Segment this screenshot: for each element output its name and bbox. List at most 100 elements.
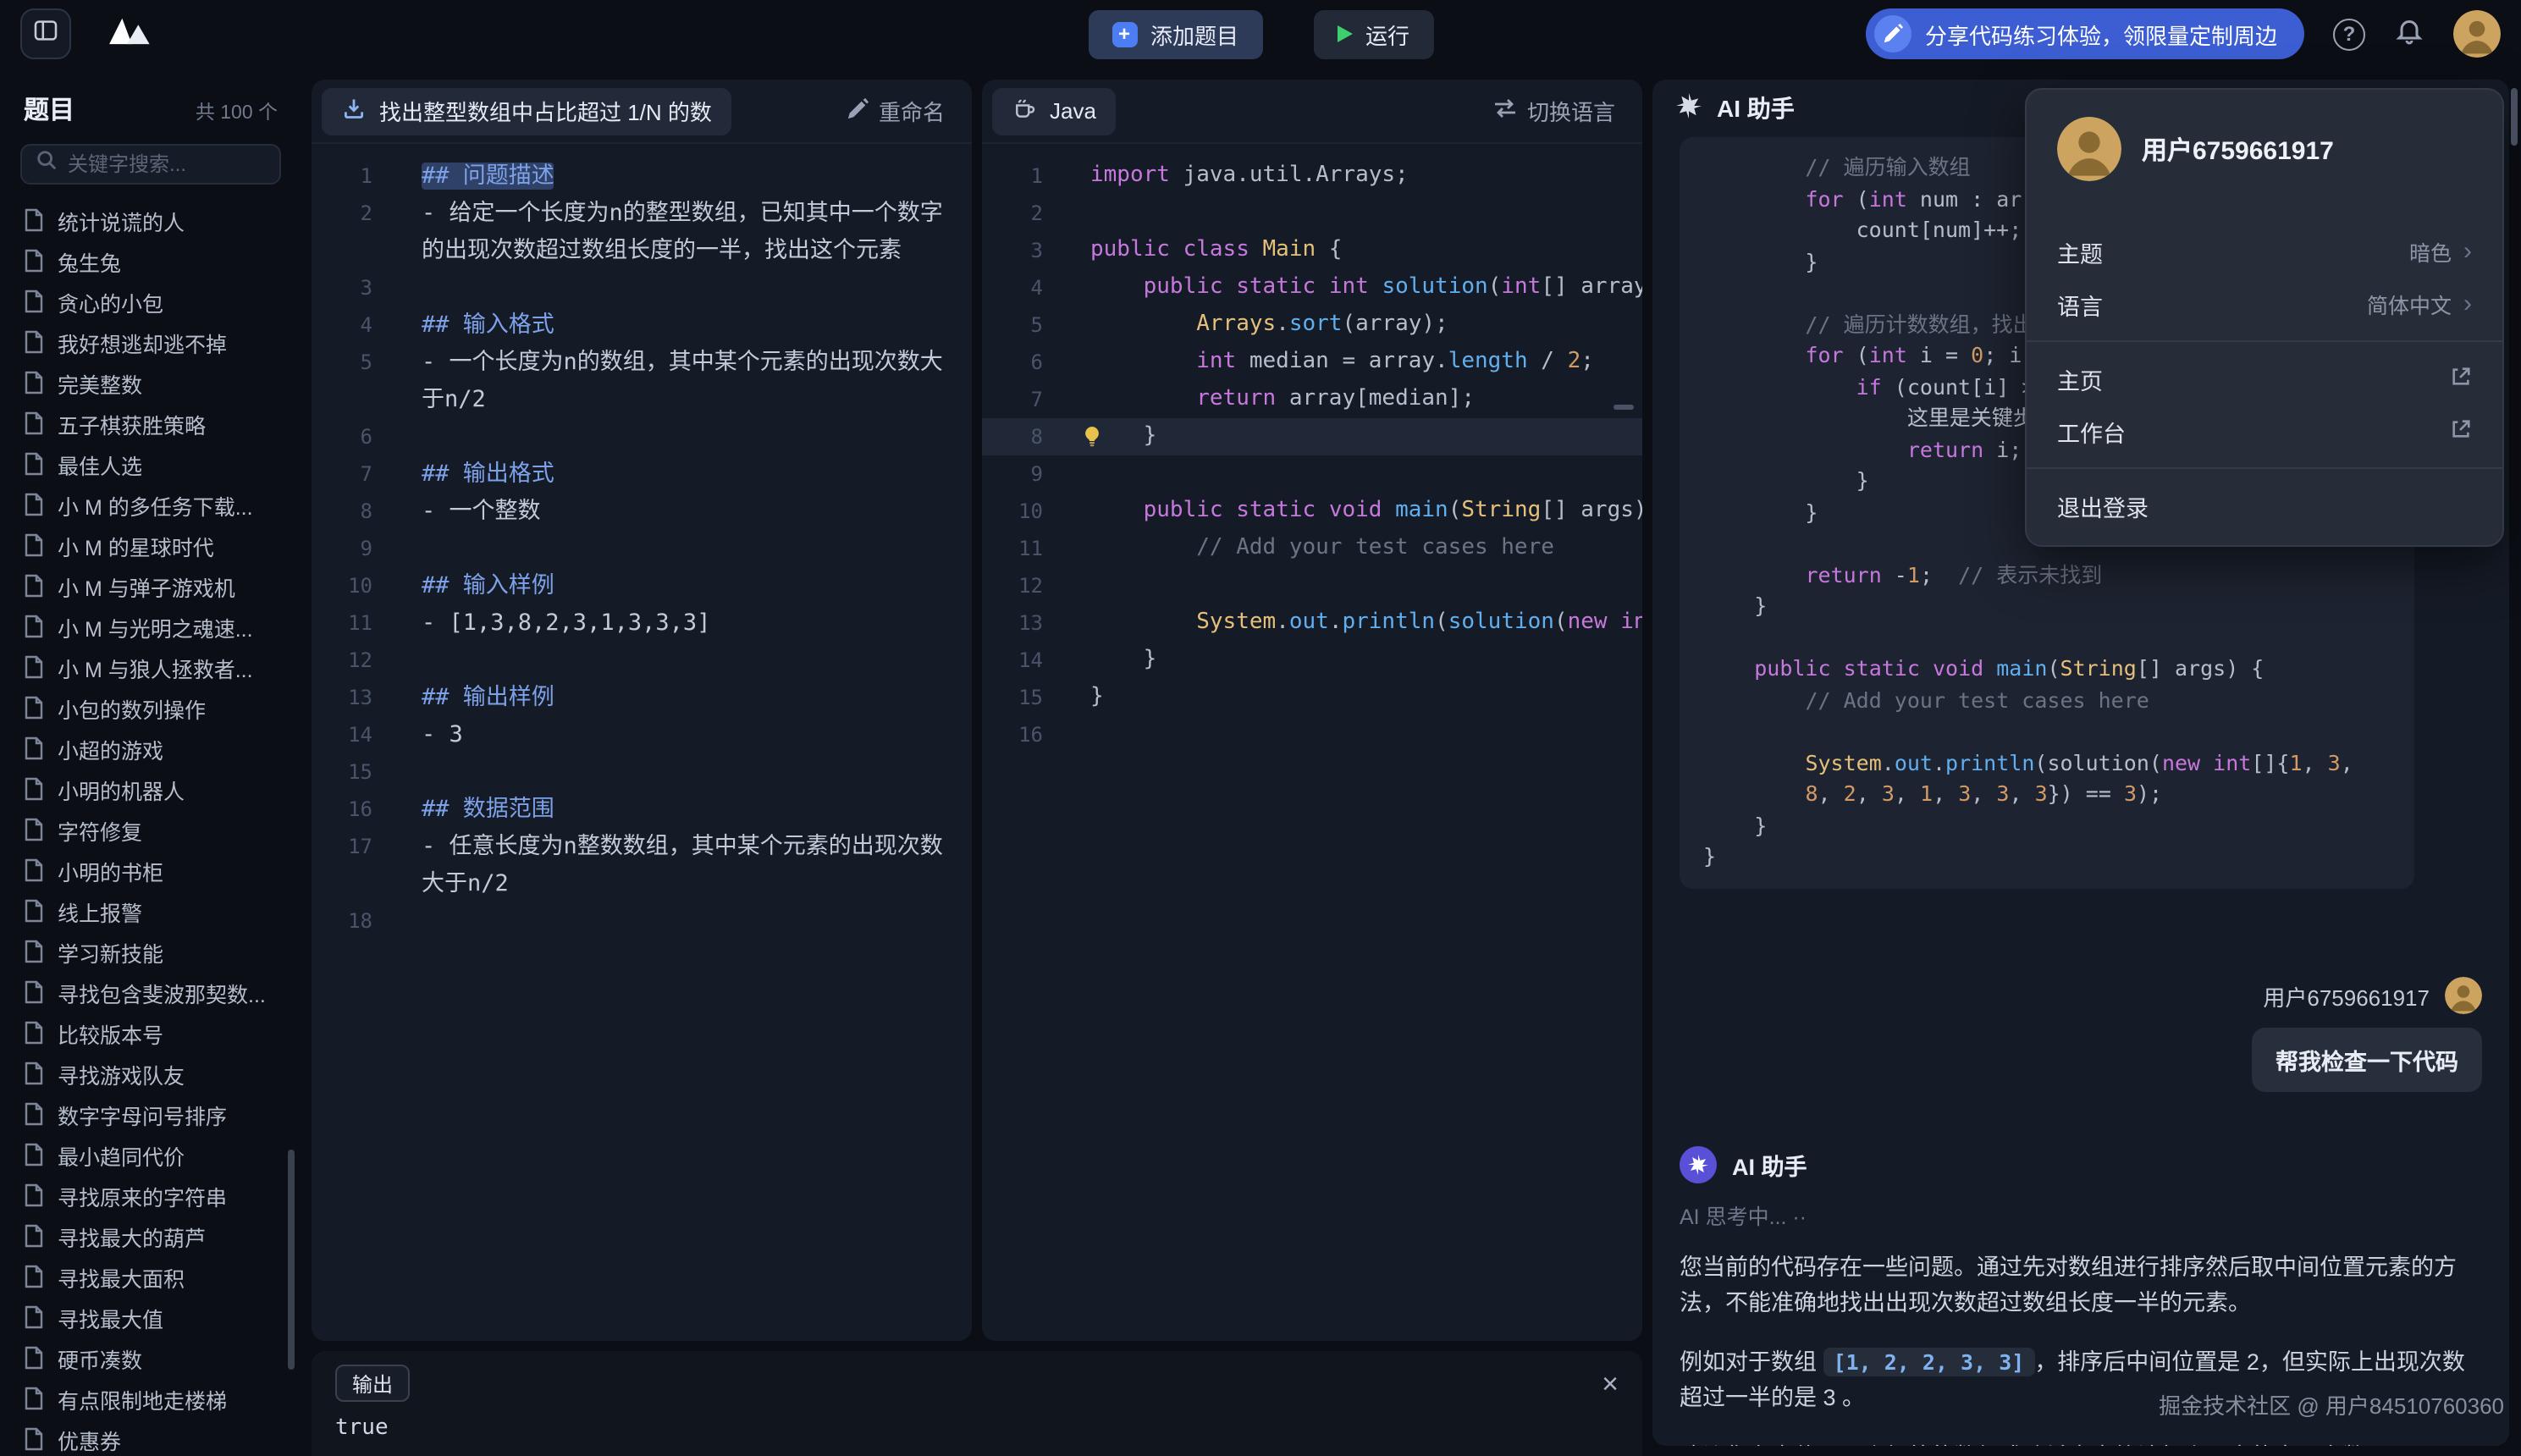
search-box[interactable] xyxy=(20,144,281,185)
markdown-line[interactable]: 5- 一个长度为n的数组，其中某个元素的出现次数大于n/2 xyxy=(312,344,972,418)
page-scrollbar[interactable] xyxy=(2511,88,2518,146)
code-line[interactable]: } xyxy=(1703,810,2391,841)
markdown-line[interactable]: 1## 问题描述 xyxy=(312,157,972,195)
add-problem-button[interactable]: + 添加题目 xyxy=(1088,9,1262,58)
language-chip[interactable]: Java xyxy=(992,87,1117,135)
sidebar-item[interactable]: 字符修复 xyxy=(0,809,301,850)
code-line[interactable]: 4 public static int solution(int[] array… xyxy=(982,269,1642,306)
code-line[interactable]: 6 int median = array.length / 2; xyxy=(982,344,1642,381)
notification-button[interactable] xyxy=(2394,14,2424,53)
sidebar-item[interactable]: 贪心的小包 xyxy=(0,281,301,322)
promo-banner[interactable]: 分享代码练习体验，领限量定制周边 xyxy=(1866,8,2304,59)
code-line[interactable]: 10 public static void main(String[] args… xyxy=(982,493,1642,530)
menu-item-language[interactable]: 语言 简体中文› xyxy=(2027,278,2502,330)
menu-item-theme[interactable]: 主题 暗色› xyxy=(2027,225,2502,278)
code-line[interactable] xyxy=(1703,622,2391,654)
code-line[interactable]: 11 // Add your test cases here xyxy=(982,530,1642,567)
code-line[interactable]: 1import java.util.Arrays; xyxy=(982,157,1642,195)
markdown-line[interactable]: 17- 任意长度为n整数数组，其中某个元素的出现次数大于n/2 xyxy=(312,828,972,902)
code-line[interactable]: 13 System.out.println(solution(new int[]… xyxy=(982,604,1642,642)
lightbulb-icon[interactable] xyxy=(1080,425,1104,449)
sidebar-item[interactable]: 学习新技能 xyxy=(0,931,301,972)
markdown-line[interactable]: 16## 数据范围 xyxy=(312,791,972,828)
problem-title-chip[interactable]: 找出整型数组中占比超过 1/N 的数 xyxy=(322,87,732,135)
code-line[interactable]: 8, 2, 3, 1, 3, 3, 3}) == 3); xyxy=(1703,779,2391,810)
code-line[interactable]: 8 } xyxy=(982,418,1642,455)
rename-button[interactable]: 重命名 xyxy=(847,95,945,127)
sidebar-item[interactable]: 完美整数 xyxy=(0,362,301,403)
search-input[interactable] xyxy=(68,152,266,176)
menu-item-workspace[interactable]: 工作台 xyxy=(2027,405,2502,457)
sidebar-item[interactable]: 寻找最大值 xyxy=(0,1297,301,1337)
markdown-line[interactable]: 6 xyxy=(312,418,972,455)
code-line[interactable]: System.out.println(solution(new int[]{1,… xyxy=(1703,747,2391,779)
code-line[interactable]: public static void main(String[] args) { xyxy=(1703,654,2391,685)
close-output-icon[interactable]: × xyxy=(1602,1369,1619,1398)
code-line[interactable]: 3public class Main { xyxy=(982,232,1642,269)
sidebar-toggle-button[interactable] xyxy=(20,8,71,59)
code-line[interactable]: 2 xyxy=(982,195,1642,232)
markdown-line[interactable]: 18 xyxy=(312,902,972,940)
code-line[interactable]: return -1; // 表示未找到 xyxy=(1703,560,2391,591)
code-line[interactable]: 9 xyxy=(982,455,1642,493)
markdown-line[interactable]: 3 xyxy=(312,269,972,306)
sidebar-item[interactable]: 比较版本号 xyxy=(0,1012,301,1053)
code-line[interactable]: 14 } xyxy=(982,642,1642,679)
sidebar-item[interactable]: 寻找原来的字符串 xyxy=(0,1175,301,1216)
sidebar-item[interactable]: 最佳人选 xyxy=(0,444,301,484)
run-button[interactable]: 运行 xyxy=(1313,9,1433,58)
help-button[interactable]: ? xyxy=(2333,18,2365,50)
code-line[interactable] xyxy=(1703,716,2391,747)
sidebar-item[interactable]: 小明的书柜 xyxy=(0,850,301,891)
sidebar-item[interactable]: 小 M 与光明之魂速... xyxy=(0,606,301,647)
sidebar-item[interactable]: 小 M 的多任务下载... xyxy=(0,484,301,525)
user-avatar-button[interactable] xyxy=(2453,10,2501,58)
sidebar-item[interactable]: 寻找最大面积 xyxy=(0,1256,301,1297)
menu-item-logout[interactable]: 退出登录 xyxy=(2027,479,2502,532)
markdown-line[interactable]: 13## 输出样例 xyxy=(312,679,972,716)
editor-scrollbar[interactable] xyxy=(1614,405,1634,410)
switch-language-button[interactable]: 切换语言 xyxy=(1493,95,1615,127)
code-line[interactable]: 12 xyxy=(982,567,1642,604)
markdown-line[interactable]: 4## 输入格式 xyxy=(312,306,972,344)
markdown-line[interactable]: 9 xyxy=(312,530,972,567)
markdown-line[interactable]: 10## 输入样例 xyxy=(312,567,972,604)
code-line[interactable]: // Add your test cases here xyxy=(1703,685,2391,716)
menu-item-home[interactable]: 主页 xyxy=(2027,352,2502,405)
sidebar-item[interactable]: 优惠券 xyxy=(0,1419,301,1456)
markdown-line[interactable]: 2- 给定一个长度为n的整型数组，已知其中一个数字的出现次数超过数组长度的一半，… xyxy=(312,195,972,269)
markdown-line[interactable]: 14- 3 xyxy=(312,716,972,753)
code-line[interactable]: } xyxy=(1703,841,2391,873)
markdown-line[interactable]: 11- [1,3,8,2,3,1,3,3,3] xyxy=(312,604,972,642)
markdown-editor[interactable]: 1## 问题描述2- 给定一个长度为n的整型数组，已知其中一个数字的出现次数超过… xyxy=(312,144,972,940)
code-line[interactable]: 7 return array[median]; xyxy=(982,381,1642,418)
sidebar-item[interactable]: 我好想逃却逃不掉 xyxy=(0,322,301,362)
sidebar-item[interactable]: 五子棋获胜策略 xyxy=(0,403,301,444)
sidebar-item[interactable]: 小明的机器人 xyxy=(0,769,301,809)
sidebar-item[interactable]: 小超的游戏 xyxy=(0,728,301,769)
sidebar-item[interactable]: 兔生兔 xyxy=(0,240,301,281)
code-line[interactable]: 5 Arrays.sort(array); xyxy=(982,306,1642,344)
sidebar-item[interactable]: 寻找游戏队友 xyxy=(0,1053,301,1094)
sidebar-item[interactable]: 最小趋同代价 xyxy=(0,1134,301,1175)
code-line[interactable]: 16 xyxy=(982,716,1642,753)
sidebar-item[interactable]: 寻找包含斐波那契数... xyxy=(0,972,301,1012)
sidebar-item[interactable]: 小包的数列操作 xyxy=(0,687,301,728)
sidebar-scrollbar[interactable] xyxy=(288,1150,295,1370)
sidebar-item[interactable]: 统计说谎的人 xyxy=(0,200,301,240)
sidebar-item[interactable]: 小 M 与弹子游戏机 xyxy=(0,565,301,606)
sidebar-item[interactable]: 硬币凑数 xyxy=(0,1337,301,1378)
code-editor[interactable]: 1import java.util.Arrays;23public class … xyxy=(982,144,1642,753)
markdown-line[interactable]: 7## 输出格式 xyxy=(312,455,972,493)
sidebar-item[interactable]: 线上报警 xyxy=(0,891,301,931)
sidebar-item[interactable]: 小 M 的星球时代 xyxy=(0,525,301,565)
code-line[interactable]: } xyxy=(1703,591,2391,622)
output-tab[interactable]: 输出 xyxy=(335,1365,410,1402)
sidebar-item[interactable]: 有点限制地走楼梯 xyxy=(0,1378,301,1419)
markdown-line[interactable]: 8- 一个整数 xyxy=(312,493,972,530)
app-logo[interactable] xyxy=(95,8,159,59)
sidebar-item[interactable]: 小 M 与狼人拯救者... xyxy=(0,647,301,687)
sidebar-item[interactable]: 数字字母问号排序 xyxy=(0,1094,301,1134)
markdown-line[interactable]: 15 xyxy=(312,753,972,791)
code-line[interactable]: 15} xyxy=(982,679,1642,716)
